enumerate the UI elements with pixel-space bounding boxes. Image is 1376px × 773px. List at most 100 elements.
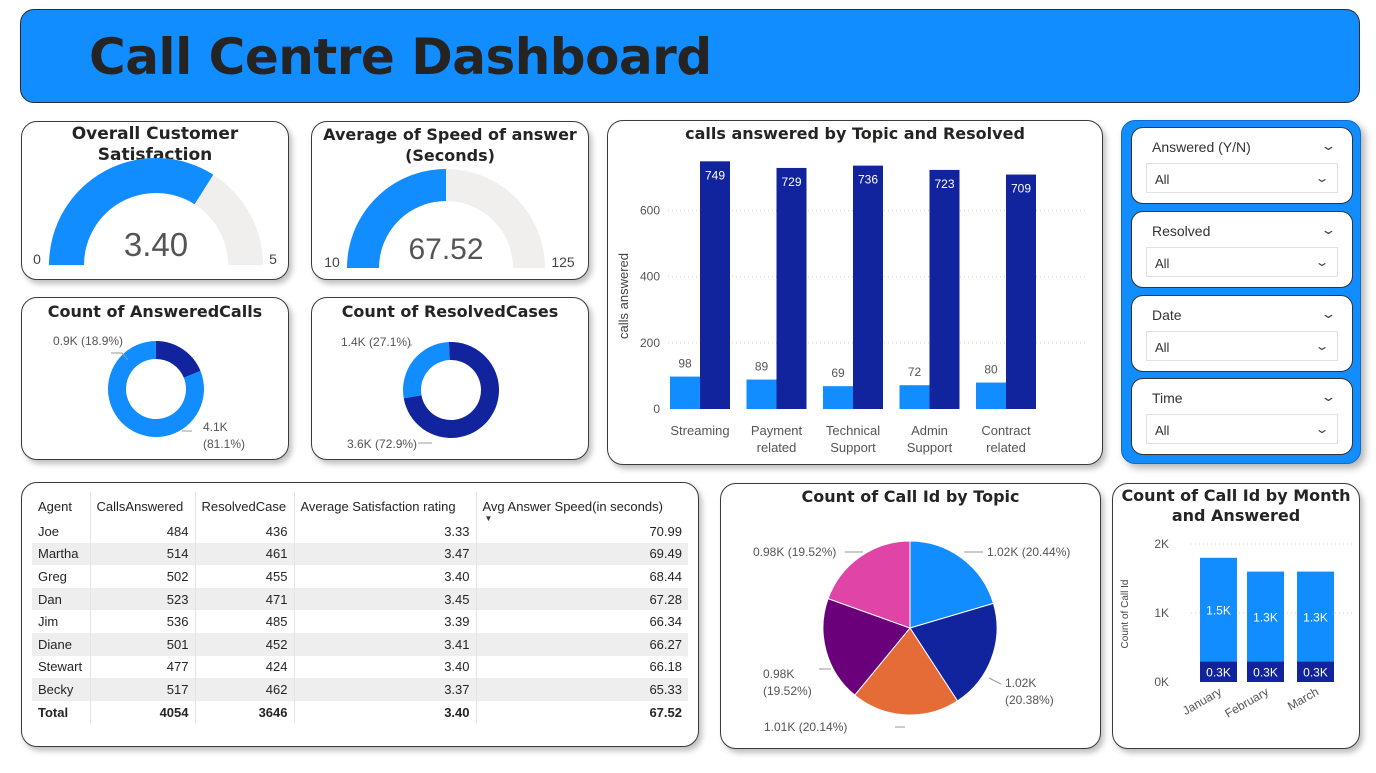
data-label: 89 — [755, 360, 769, 374]
table-cell: 461 — [195, 542, 295, 566]
slicer-dropdown[interactable]: All ⌄ — [1146, 414, 1338, 444]
column-header[interactable]: Avg Answer Speed(in seconds) ▼ — [476, 492, 688, 524]
column-header[interactable]: Average Satisfaction rating — [294, 492, 477, 520]
table-row[interactable]: Martha 514 461 3.47 69.49 — [32, 542, 688, 566]
table-cell: 66.18 — [649, 659, 682, 675]
pie-chart-card[interactable]: Count of Call Id by Topic 1.02K (20.44%)… — [720, 483, 1101, 749]
resolved-donut-chart: 1.4K (27.1%) 3.6K (72.9%) — [341, 335, 499, 451]
data-label: 72 — [908, 365, 922, 379]
table-row[interactable]: Jim 536 485 3.39 66.34 — [32, 610, 688, 633]
table-row[interactable]: Becky 517 462 3.37 65.33 — [32, 678, 688, 701]
y-axis-label: Count of Call Id — [1120, 580, 1131, 649]
table-cell: 477 — [90, 655, 196, 679]
table-cell: 462 — [195, 678, 295, 701]
bar-unresolved — [670, 376, 700, 409]
table-cell: 484 — [90, 520, 196, 543]
table-cell: 514 — [90, 542, 196, 566]
donut-label-large-line1: 4.1K — [203, 420, 228, 434]
x-tick-label: Support — [830, 440, 876, 455]
chevron-down-icon[interactable]: ⌄ — [1320, 222, 1336, 238]
slicer-value: All — [1155, 256, 1170, 271]
pie-data-label: 1.01K (20.14%) — [764, 720, 847, 734]
table-cell: 452 — [195, 632, 295, 656]
data-label: 729 — [781, 175, 801, 189]
x-tick-label: Admin — [911, 423, 948, 438]
donut-label-small: 0.9K (18.9%) — [53, 334, 123, 348]
table-cell: 3.39 — [294, 610, 477, 633]
answered-calls-donut-card[interactable]: Count of AnsweredCalls 0.9K (18.9%) 4.1K… — [21, 297, 289, 460]
table-row[interactable]: Diane 501 452 3.41 66.27 — [32, 632, 688, 656]
topic-pie-chart: 1.02K (20.44%) 1.02K (20.38%) 1.01K (20.14%… — [753, 540, 1070, 734]
bar-unresolved — [976, 382, 1006, 409]
table-cell: Diane — [32, 632, 91, 656]
x-tick-label: related — [986, 440, 1026, 455]
table-cell: Stewart — [32, 655, 91, 679]
table-cell: Dan — [32, 587, 91, 611]
slicer-time[interactable]: Time ⌄ All ⌄ — [1131, 378, 1353, 455]
speed-gauge-card[interactable]: Average of Speed of answer (Seconds) 67.… — [311, 121, 589, 280]
table-cell: Total — [32, 700, 91, 724]
data-label: 0.3K — [1253, 666, 1278, 680]
column-header[interactable]: CallsAnswered — [90, 492, 196, 520]
slicer-dropdown[interactable]: All ⌄ — [1146, 331, 1338, 361]
gauge-value: 3.40 — [124, 226, 188, 263]
gauge-value: 67.52 — [408, 233, 483, 266]
slicer-dropdown[interactable]: All ⌄ — [1146, 247, 1338, 277]
table-cell: Jim — [32, 610, 91, 633]
label-leader-line — [988, 677, 1002, 685]
chevron-down-icon[interactable]: ⌄ — [1320, 389, 1336, 405]
slicer-resolved[interactable]: Resolved ⌄ All ⌄ — [1131, 211, 1353, 288]
slicer-dropdown[interactable]: All ⌄ — [1146, 163, 1338, 193]
table-row[interactable]: Stewart 477 424 3.40 66.18 — [32, 655, 688, 679]
table-cell: 66.27 — [476, 632, 688, 656]
slicer-value: All — [1155, 423, 1170, 438]
donut-slice-small — [156, 341, 201, 378]
calls-by-topic-chart-card[interactable]: calls answered by Topic and Resolved cal… — [607, 120, 1103, 465]
table-cell: 3.40 — [294, 700, 477, 724]
data-label: 1.3K — [1253, 610, 1278, 624]
bar-resolved — [1006, 174, 1036, 409]
slicer-date[interactable]: Date ⌄ All ⌄ — [1131, 295, 1353, 372]
y-tick-label: 1K — [1154, 606, 1169, 620]
table-cell: 67.52 — [649, 704, 682, 720]
speed-gauge: 67.52 10 125 — [324, 169, 575, 270]
satisfaction-gauge-card[interactable]: Overall Customer Satisfaction 3.40 0 5 — [21, 121, 289, 280]
table-cell: 485 — [195, 610, 295, 633]
table-cell: 69.49 — [476, 542, 688, 566]
table-cell: 66.34 — [649, 614, 682, 630]
table-cell: Martha — [32, 542, 91, 566]
table-cell: 67.28 — [476, 587, 688, 611]
table-cell: 65.33 — [476, 678, 688, 701]
donut-slices — [403, 342, 499, 438]
column-header[interactable]: ResolvedCase — [195, 492, 295, 520]
table-cell: 471 — [195, 587, 295, 611]
column-header[interactable]: Agent — [32, 492, 91, 520]
table-cell: 436 — [195, 520, 295, 543]
x-tick-label: Technical — [826, 423, 880, 438]
bar-resolved — [776, 167, 807, 409]
table-total-row[interactable]: Total 4054 3646 3.40 67.52 — [32, 700, 688, 724]
table-row[interactable]: Greg 502 455 3.40 68.44 — [32, 565, 688, 588]
table-cell: 3.40 — [294, 565, 477, 588]
data-label: 0.3K — [1303, 666, 1328, 680]
month-chart-card[interactable]: Count of Call Id by Month and Answered C… — [1112, 483, 1360, 749]
chevron-down-icon[interactable]: ⌄ — [1320, 138, 1336, 154]
y-tick-label: 200 — [640, 336, 660, 350]
table-body: Joe 484 436 3.33 70.99 Martha 514 461 3.47 69.49 G… — [32, 520, 688, 724]
table-cell: 3.40 — [294, 655, 477, 679]
table-row[interactable]: Joe 484 436 3.33 70.99 — [32, 520, 688, 543]
slicer-panel: Answered (Y/N) ⌄ All ⌄ Resolved ⌄ All ⌄ … — [1121, 120, 1361, 464]
pie-data-label: (19.52%) — [763, 684, 812, 698]
resolved-cases-donut-card[interactable]: Count of ResolvedCases 1.4K (27.1%) 3.6K… — [311, 297, 589, 460]
data-label: 749 — [705, 168, 725, 182]
table-cell: 3.37 — [294, 678, 477, 701]
slicer-answered[interactable]: Answered (Y/N) ⌄ All ⌄ — [1131, 127, 1353, 204]
bar-unresolved — [899, 385, 930, 409]
agent-table-card[interactable]: Agent CallsAnswered ResolvedCase Average… — [21, 482, 699, 747]
chevron-down-icon[interactable]: ⌄ — [1320, 306, 1336, 322]
data-label: 98 — [678, 357, 692, 371]
gauge-max: 125 — [551, 254, 575, 270]
table-row[interactable]: Dan 523 471 3.45 67.28 — [32, 587, 688, 611]
table-cell: 3646 — [195, 700, 295, 724]
donut-label-small: 1.4K (27.1%) — [341, 335, 411, 349]
